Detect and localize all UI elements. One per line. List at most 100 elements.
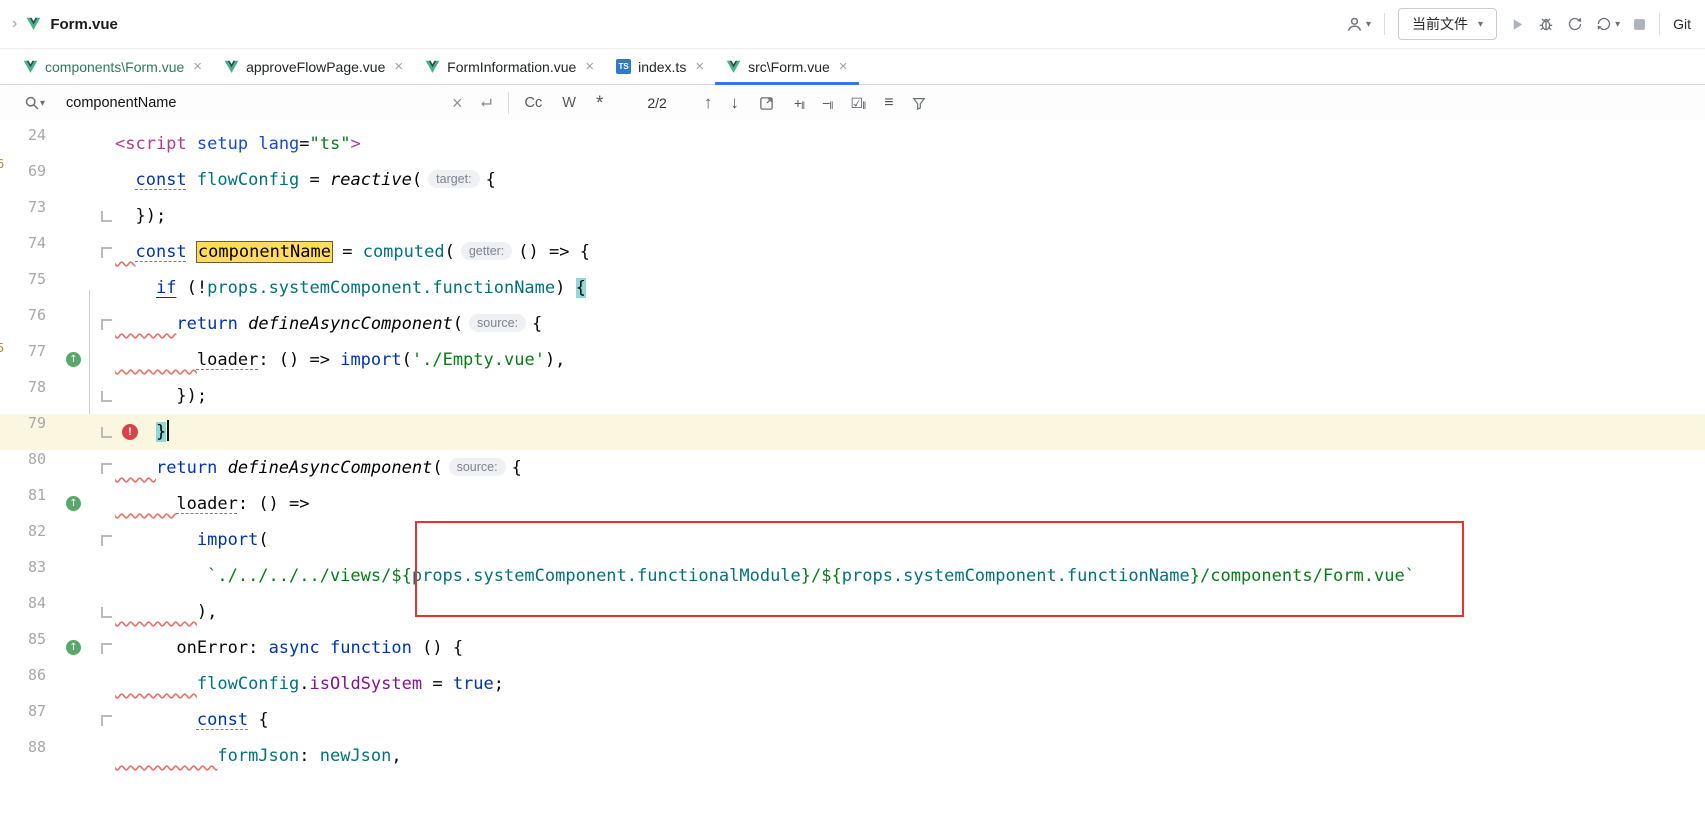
gutter-intention-icon[interactable]: ↑ <box>66 352 81 367</box>
code-token: ( <box>258 530 268 550</box>
line-number[interactable]: 81 <box>0 486 46 522</box>
user-menu-button[interactable]: ▾ <box>1346 16 1371 33</box>
fold-marker[interactable] <box>101 463 112 474</box>
editor-tab[interactable]: FormInformation.vue × <box>414 49 605 84</box>
vue-icon <box>23 60 38 74</box>
line-number[interactable]: 88 <box>0 738 46 774</box>
code-token: onError <box>176 638 248 658</box>
code-line[interactable]: 86 flowConfig.isOldSystem = true; <box>0 666 1705 702</box>
code-line[interactable]: 69 const flowConfig = reactive(target:{ <box>0 162 1705 198</box>
typescript-icon: TS <box>616 59 631 74</box>
newline-icon[interactable] <box>479 96 494 111</box>
words-toggle[interactable]: W <box>562 95 576 111</box>
code-text: <script setup lang="ts"> <box>115 126 361 162</box>
code-token: }); <box>115 206 166 226</box>
fold-marker[interactable] <box>101 715 112 726</box>
next-match-icon[interactable]: ↓ <box>730 93 739 113</box>
fold-marker[interactable] <box>101 247 112 258</box>
prev-match-icon[interactable]: ↑ <box>704 93 713 113</box>
code-token: loader <box>176 494 237 514</box>
fold-marker[interactable] <box>101 319 112 330</box>
fold-marker[interactable] <box>101 391 112 402</box>
line-number[interactable]: 74 <box>0 234 46 270</box>
code-line[interactable]: 87 const { <box>0 702 1705 738</box>
stop-button[interactable] <box>1633 18 1646 31</box>
line-number[interactable]: 75 <box>0 270 46 306</box>
code-token: () { <box>412 638 463 658</box>
fold-marker[interactable] <box>101 607 112 618</box>
code-line[interactable]: 85↑ onError: async function () { <box>0 630 1705 666</box>
select-all-occurrences-icon[interactable]: ☑‖ <box>851 95 866 112</box>
fold-marker[interactable] <box>101 427 112 438</box>
search-input[interactable]: componentName <box>66 95 444 111</box>
tab-close-icon[interactable]: × <box>839 59 848 74</box>
tab-close-icon[interactable]: × <box>585 59 594 74</box>
line-number[interactable]: 73 <box>0 198 46 234</box>
remove-occurrence-icon[interactable]: −‖ <box>822 95 832 112</box>
run-button[interactable] <box>1510 17 1525 32</box>
divider <box>1384 13 1385 35</box>
code-token: return <box>156 458 217 478</box>
code-text: ), <box>115 594 217 630</box>
nav-chevron-icon[interactable]: › <box>12 15 17 33</box>
code-editor[interactable]: 24<script setup lang="ts">69 const flowC… <box>0 120 1705 820</box>
gutter-intention-icon[interactable]: ↑ <box>66 640 81 655</box>
line-number[interactable]: 85 <box>0 630 46 666</box>
code-token: async <box>269 638 320 658</box>
line-number[interactable]: 80 <box>0 450 46 486</box>
code-token: './Empty.vue' <box>412 350 545 370</box>
fold-marker[interactable] <box>101 211 112 222</box>
code-token: ; <box>494 674 504 694</box>
fold-marker[interactable] <box>101 535 112 546</box>
profiler-button[interactable] <box>1567 16 1583 32</box>
add-occurrence-icon[interactable]: +‖ <box>794 95 804 112</box>
code-line[interactable]: 77↑ loader: () => import('./Empty.vue'), <box>0 342 1705 378</box>
code-line[interactable]: 75 if (!props.systemComponent.functionNa… <box>0 270 1705 306</box>
line-number[interactable]: 78 <box>0 378 46 414</box>
code-line[interactable]: 76 return defineAsyncComponent(source:{ <box>0 306 1705 342</box>
code-token <box>115 278 156 298</box>
line-number[interactable]: 86 <box>0 666 46 702</box>
tab-close-icon[interactable]: × <box>394 59 403 74</box>
editor-tab[interactable]: approveFlowPage.vue× <box>213 49 414 84</box>
line-number[interactable]: 79 <box>0 414 46 450</box>
line-number[interactable]: 76 <box>0 306 46 342</box>
rerun-button[interactable]: ▾ <box>1596 16 1620 32</box>
code-token: { <box>576 278 586 298</box>
open-in-window-icon[interactable] <box>759 96 774 111</box>
run-config-selector[interactable]: 当前文件 ▾ <box>1398 8 1497 40</box>
gutter-intention-icon[interactable]: ↑ <box>66 496 81 511</box>
multiline-icon[interactable]: ≡ <box>884 94 893 112</box>
run-icon <box>1510 17 1525 32</box>
code-line[interactable]: 73 }); <box>0 198 1705 234</box>
line-number[interactable]: 87 <box>0 702 46 738</box>
code-line[interactable]: 80 return defineAsyncComponent(source:{ <box>0 450 1705 486</box>
editor-tab[interactable]: TSindex.ts× <box>605 49 715 84</box>
code-line[interactable]: 24<script setup lang="ts"> <box>0 126 1705 162</box>
debug-button[interactable] <box>1538 16 1554 32</box>
code-token: { <box>486 170 496 190</box>
code-line[interactable]: 74 const componentName = computed(getter… <box>0 234 1705 270</box>
editor-tab[interactable]: components\Form.vue× <box>12 49 213 84</box>
filter-icon[interactable] <box>912 96 926 110</box>
clear-search-icon[interactable]: × <box>452 93 463 114</box>
line-number[interactable]: 84 <box>0 594 46 630</box>
line-number[interactable]: 82 <box>0 522 46 558</box>
inlay-hint: getter: <box>461 242 512 260</box>
regex-toggle[interactable]: * <box>596 93 603 115</box>
code-line[interactable]: 78 }); <box>0 378 1705 414</box>
code-line[interactable]: 79! } <box>0 414 1705 450</box>
tab-close-icon[interactable]: × <box>695 59 704 74</box>
git-menu[interactable]: Git <box>1673 16 1691 32</box>
code-line[interactable]: 88 formJson: newJson, <box>0 738 1705 774</box>
line-number[interactable]: 83 <box>0 558 46 594</box>
tab-label: FormInformation.vue <box>447 59 576 75</box>
code-token: isOldSystem <box>310 674 423 694</box>
code-line[interactable]: 81↑ loader: () => <box>0 486 1705 522</box>
fold-marker[interactable] <box>101 643 112 654</box>
editor-tab[interactable]: src\Form.vue× <box>715 49 858 84</box>
code-token: ( <box>412 170 422 190</box>
match-case-toggle[interactable]: Cc <box>525 95 543 111</box>
search-icon[interactable]: ▾ <box>24 95 45 111</box>
tab-close-icon[interactable]: × <box>193 59 202 74</box>
